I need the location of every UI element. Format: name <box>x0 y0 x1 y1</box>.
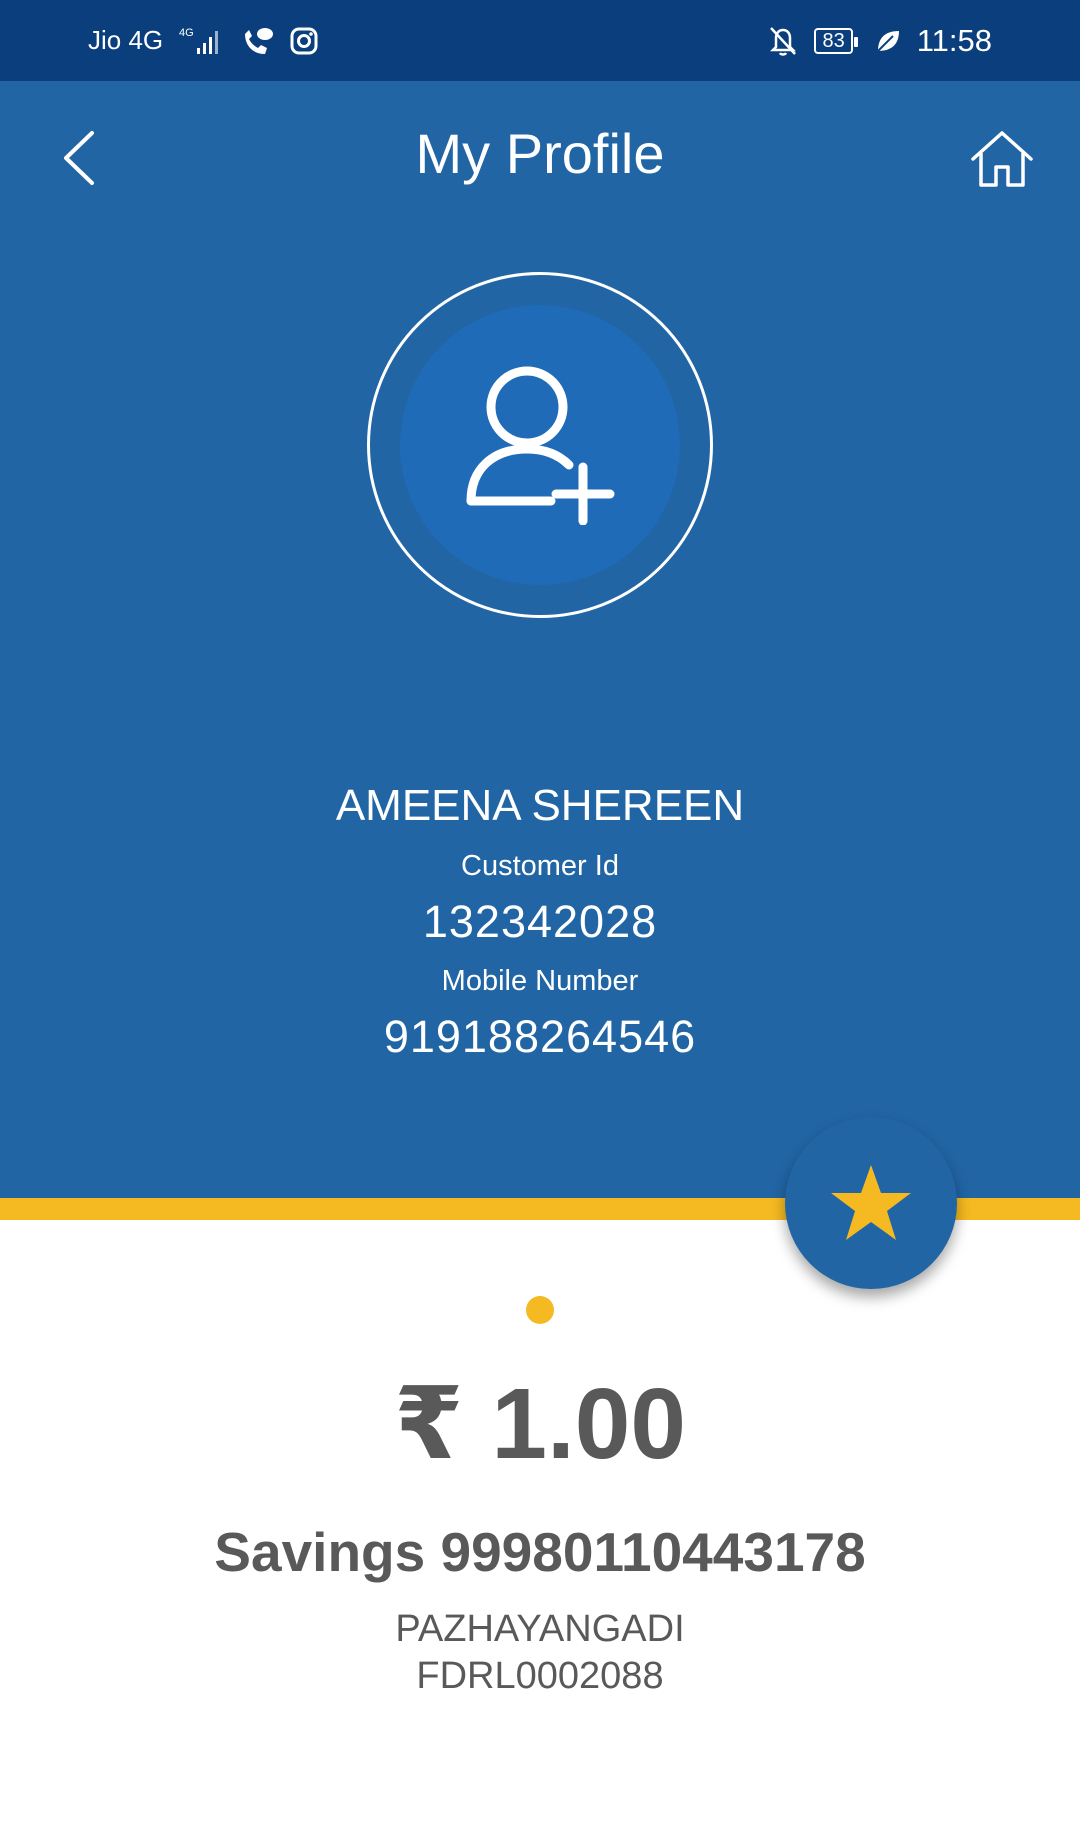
notifications-off-icon <box>768 25 798 57</box>
profile-header: My Profile AMEENA SHEREEN Customer Id 13… <box>0 81 1080 1198</box>
account-number: Savings 99980110443178 <box>214 1521 866 1583</box>
home-icon <box>971 131 1033 187</box>
battery-icon: 83 <box>814 27 859 54</box>
carrier-label: Jio 4G <box>88 25 164 55</box>
favorite-button[interactable] <box>785 1117 957 1289</box>
branch-name: PAZHAYANGADI <box>395 1608 685 1650</box>
add-user-icon <box>466 366 615 525</box>
instagram-icon <box>289 26 319 56</box>
wifi-calling-icon <box>241 26 274 56</box>
home-button[interactable] <box>966 123 1038 195</box>
signal-icon: 4G <box>179 26 225 56</box>
page-title: My Profile <box>415 122 665 185</box>
status-left: Jio 4G 4G <box>88 25 319 56</box>
profile-name: AMEENA SHEREEN <box>335 781 745 830</box>
leaf-icon <box>875 28 901 54</box>
status-bar: Jio 4G 4G 83 11:58 <box>0 0 1080 81</box>
star-icon <box>831 1165 911 1240</box>
customer-id-value: 132342028 <box>422 896 658 947</box>
network-badge: 4G <box>179 27 194 39</box>
ifsc-code: FDRL0002088 <box>416 1655 664 1697</box>
customer-id-label: Customer Id <box>461 850 619 882</box>
mobile-number-label: Mobile Number <box>441 965 639 997</box>
status-right: 83 11:58 <box>768 23 992 59</box>
account-balance: ₹ 1.00 <box>394 1368 686 1480</box>
mobile-number-value: 919188264546 <box>383 1011 697 1062</box>
carousel-indicator[interactable] <box>526 1296 554 1324</box>
avatar[interactable] <box>400 305 680 585</box>
status-time: 11:58 <box>916 22 992 58</box>
